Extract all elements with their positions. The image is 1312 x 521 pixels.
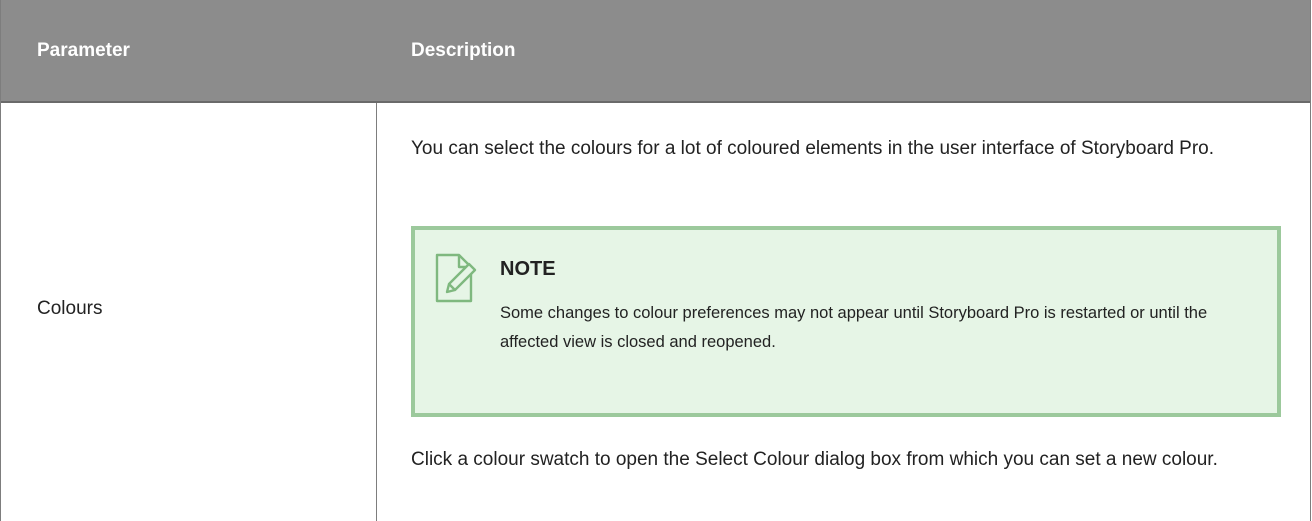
table-header: Parameter Description: [1, 0, 1310, 103]
note-title: NOTE: [500, 258, 556, 280]
header-description: Description: [411, 40, 516, 61]
parameter-table: Parameter Description Colours You can se…: [0, 0, 1311, 521]
note-callout: NOTE Some changes to colour preferences …: [411, 226, 1281, 417]
column-divider: [376, 103, 377, 521]
parameter-cell: Colours: [37, 298, 103, 319]
description-paragraph-2: Click a colour swatch to open the Select…: [411, 449, 1218, 470]
note-body: Some changes to colour preferences may n…: [500, 304, 1208, 351]
header-parameter: Parameter: [37, 40, 130, 61]
note-pencil-icon: [433, 252, 477, 304]
description-paragraph-1: You can select the colours for a lot of …: [411, 138, 1215, 159]
